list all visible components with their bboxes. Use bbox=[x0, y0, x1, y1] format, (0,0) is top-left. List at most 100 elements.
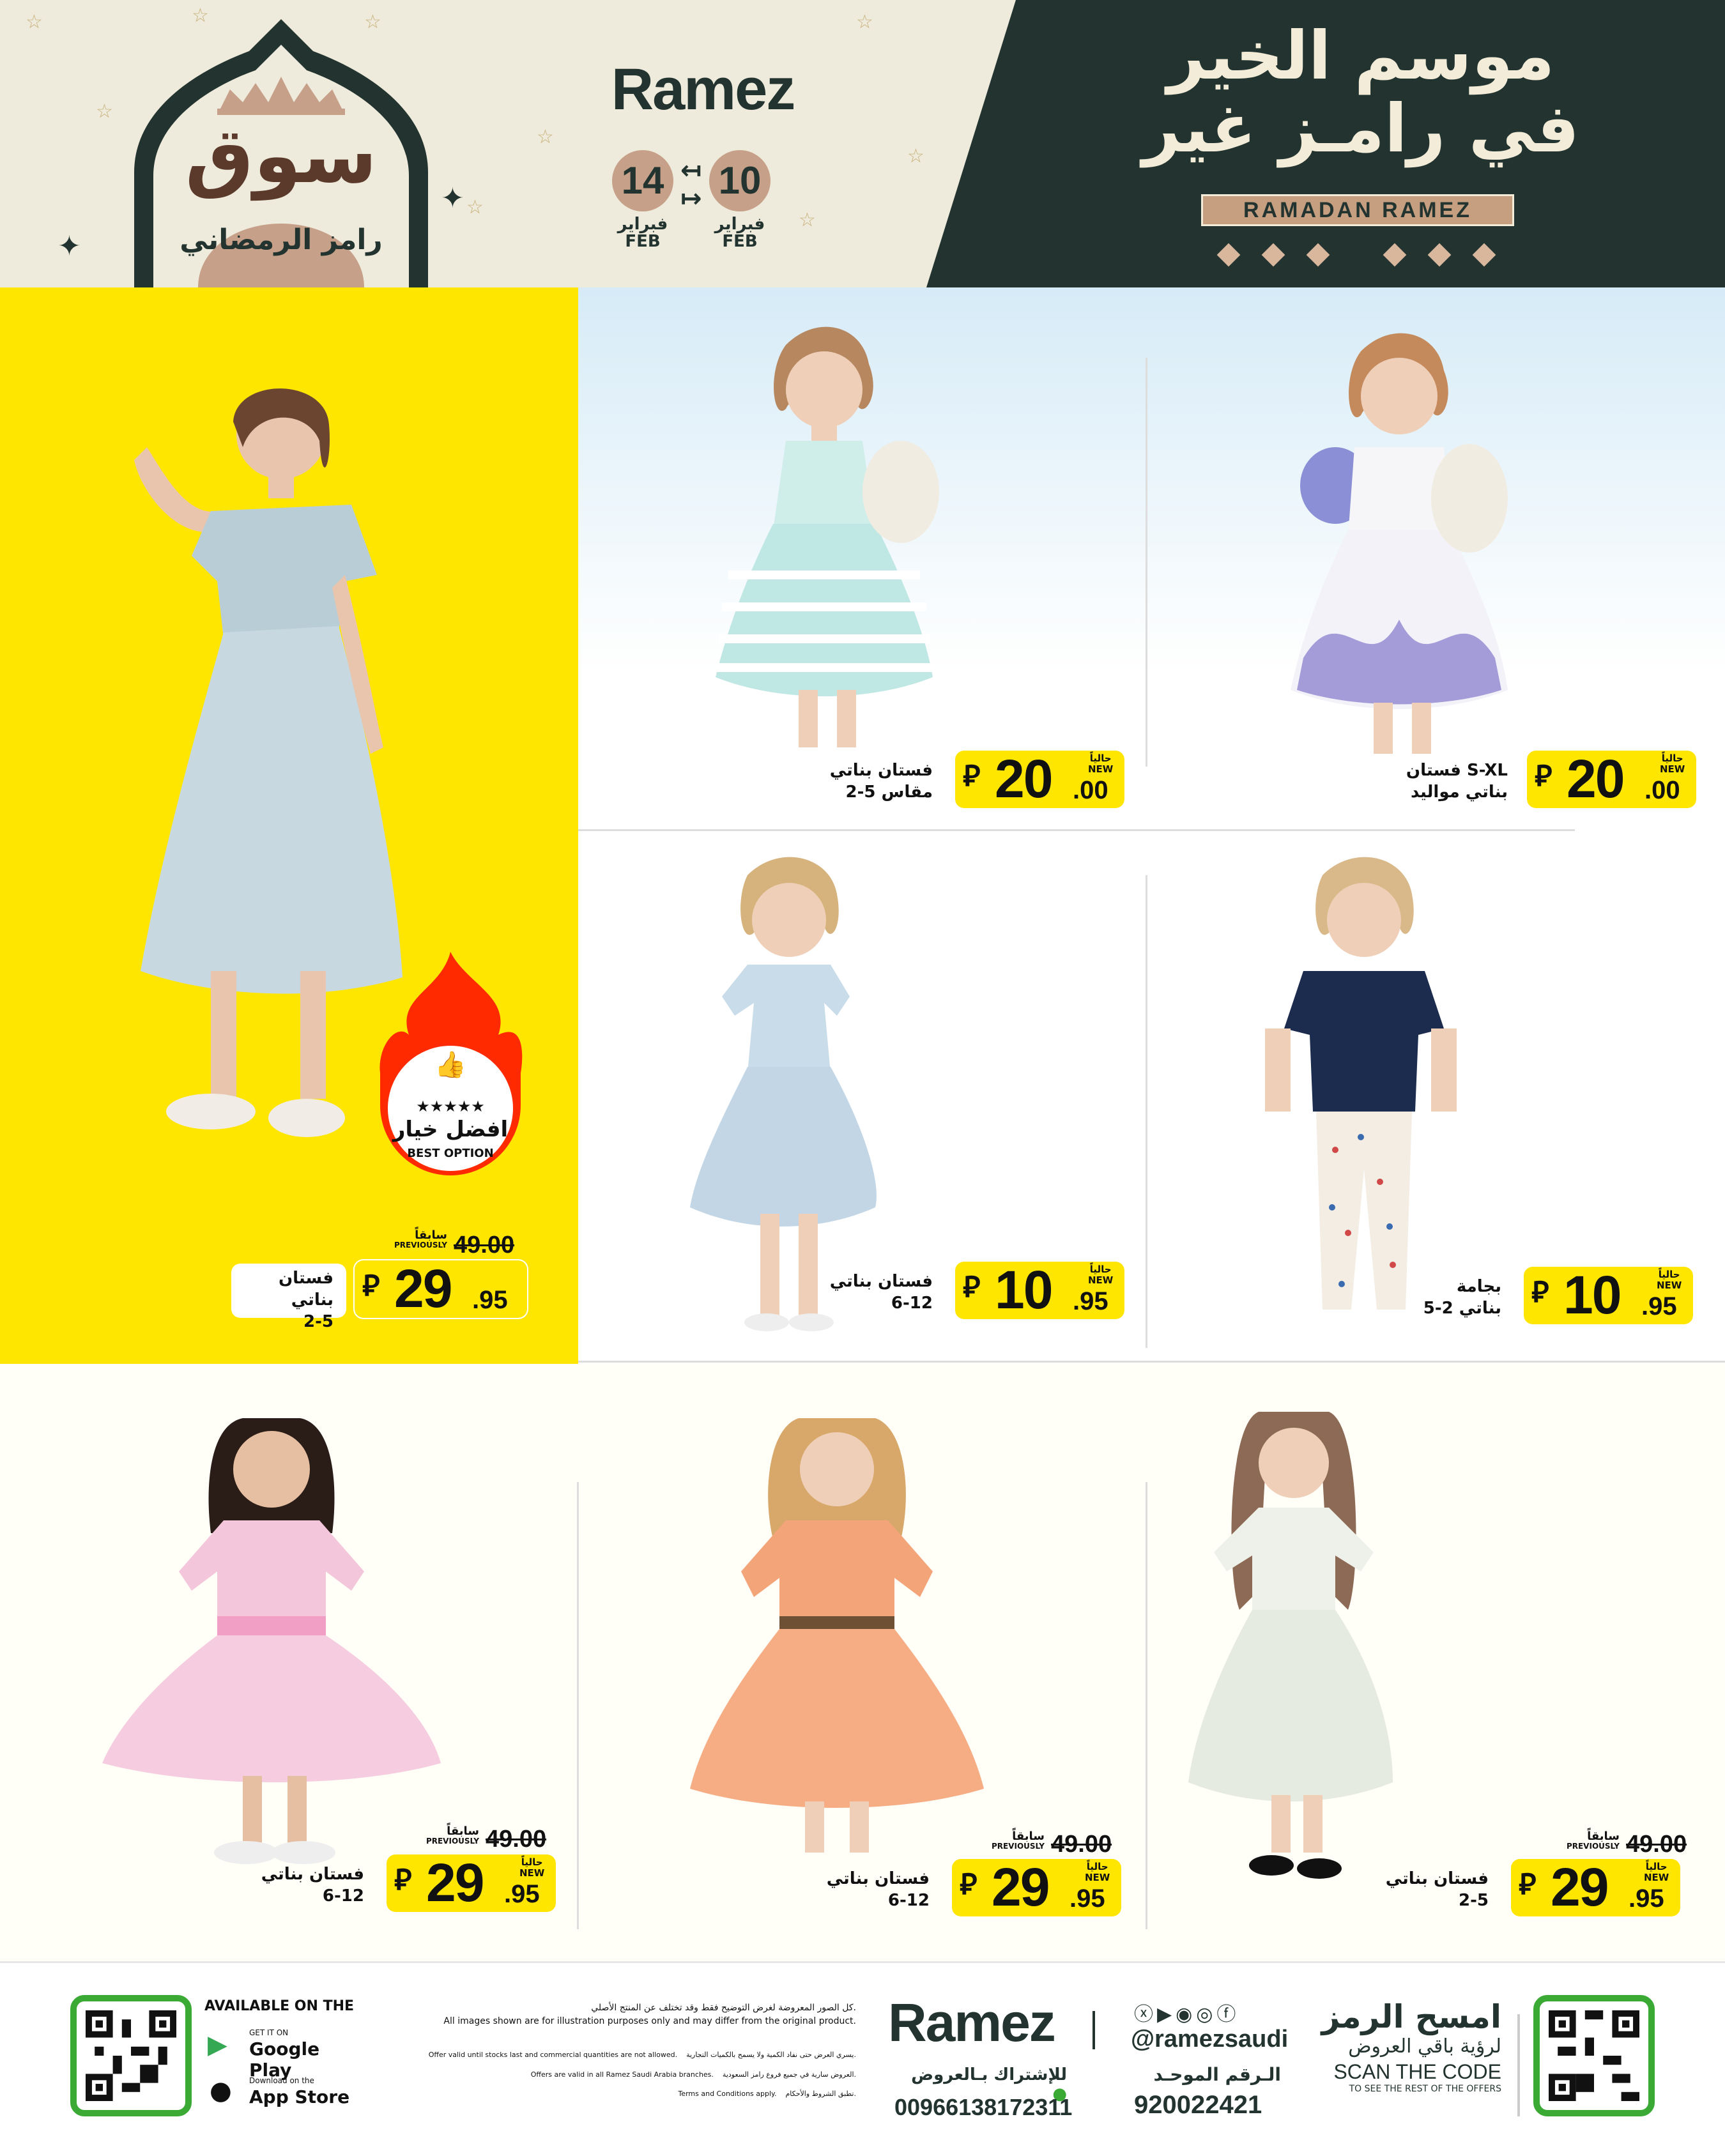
date-end-month-en: FEB bbox=[625, 232, 661, 252]
new-label-en: NEW bbox=[1085, 1871, 1110, 1883]
best-option-ar: افضل خيار bbox=[392, 1117, 509, 1142]
star-icon: ☆ bbox=[907, 145, 924, 167]
product-image-5 bbox=[102, 1418, 441, 1864]
new-label-ar: حالياً bbox=[1089, 1264, 1112, 1275]
price-tag-featured: ⃁ 29 .95 bbox=[355, 1260, 527, 1318]
product-name-line: فستان بناتي bbox=[829, 1272, 933, 1291]
unified-number[interactable]: 920022421 bbox=[1134, 2091, 1262, 2120]
new-label: حالياً NEW bbox=[1088, 1264, 1113, 1285]
new-label-en: NEW bbox=[1660, 763, 1685, 775]
price-decimal: .95 bbox=[1070, 1885, 1105, 1913]
previous-price: 49.00 bbox=[454, 1232, 515, 1258]
scan-cta: امسح الرمز لرؤية باقي العروض SCAN THE CO… bbox=[1316, 1998, 1502, 2094]
product-name: بجامة بناتي 2-5 bbox=[1374, 1276, 1501, 1320]
price-integer: 29 bbox=[992, 1857, 1050, 1917]
whatsapp-number[interactable]: 00966138172311 bbox=[894, 2094, 1072, 2121]
date-start-month: فبراير FEB bbox=[703, 215, 777, 251]
date-start-month-ar: فبراير bbox=[714, 215, 765, 234]
terms-note-en: Terms and Conditions apply. bbox=[678, 2090, 777, 2098]
new-label: حالياً NEW bbox=[1660, 753, 1685, 774]
price-integer: 10 bbox=[995, 1260, 1053, 1320]
souk-subtitle: رامز الرمضاني bbox=[180, 224, 383, 256]
campaign-title: موسم الخير في رامـز غير bbox=[1137, 19, 1584, 165]
qr-code-offers[interactable] bbox=[1533, 1995, 1655, 2116]
product-image-1 bbox=[716, 326, 939, 747]
riyal-icon: ⃁ bbox=[960, 1867, 977, 1901]
date-end-day: 14 bbox=[612, 150, 673, 211]
social-handle[interactable]: @ramezsaudi bbox=[1131, 2026, 1288, 2053]
price-decimal: .95 bbox=[1073, 1287, 1108, 1315]
new-label-en: NEW bbox=[1657, 1279, 1682, 1291]
price-integer: 20 bbox=[1567, 749, 1625, 809]
product-name-line: فستان بناتي bbox=[826, 1869, 930, 1888]
header-banner: ☆ ☆ ☆ ☆ ☆ ☆ ☆ ☆ ☆ ☆ ✦ ✦ سوق رامز الرمضان… bbox=[0, 0, 1725, 287]
price-integer: 29 bbox=[394, 1258, 452, 1319]
star-icon: ☆ bbox=[26, 11, 43, 33]
new-label: حالياً NEW bbox=[519, 1857, 544, 1878]
previous-label: سابقاً PREVIOUSLY bbox=[1556, 1830, 1620, 1851]
previous-label-en: PREVIOUSLY bbox=[394, 1241, 447, 1250]
product-name-line: فستان بناتي bbox=[1385, 1869, 1489, 1888]
product-size: بناتي مواليد bbox=[1411, 782, 1508, 802]
riyal-icon: ⃁ bbox=[394, 1862, 412, 1897]
previous-price: 49.00 bbox=[486, 1826, 547, 1853]
product-name: S-XL فستان بناتي مواليد bbox=[1367, 760, 1508, 804]
branches-note: Offers are valid in all Ramez Saudi Arab… bbox=[371, 2070, 856, 2081]
price-integer: 10 bbox=[1563, 1265, 1621, 1325]
star-icon: ☆ bbox=[466, 196, 484, 218]
product-size: 6-12 bbox=[887, 1890, 930, 1910]
arrows-icon: ↤ ↦ bbox=[680, 156, 702, 213]
new-label: حالياً NEW bbox=[1085, 1862, 1110, 1883]
product-name: فستان بناتي مقاس 5-2 bbox=[799, 760, 933, 804]
campaign-title-en: RAMADAN RAMEZ SOUK bbox=[1201, 194, 1514, 250]
product-image-6 bbox=[690, 1418, 984, 1853]
price-decimal: .00 bbox=[1644, 776, 1680, 804]
flyer-page: { "header": { "souk_title": "سوق", "souk… bbox=[0, 0, 1725, 2156]
product-image-4 bbox=[1265, 857, 1457, 1310]
qr-code-icon bbox=[86, 2010, 176, 2101]
new-label-en: NEW bbox=[519, 1867, 545, 1879]
price-tag-1: ⃁ 20 .00 حالياً NEW bbox=[955, 751, 1124, 808]
product-size: مقاس 5-2 bbox=[845, 782, 933, 802]
riyal-icon: ⃁ bbox=[1535, 758, 1552, 793]
social-icons[interactable]: ⓧ▶◉◎ⓕ bbox=[1134, 1998, 1239, 2026]
product-name: فستان بناتي 6-12 bbox=[805, 1869, 930, 1912]
price-integer: 29 bbox=[1551, 1857, 1609, 1917]
new-label-ar: حالياً bbox=[1661, 753, 1683, 764]
google-play-button[interactable]: ▶ GET IT ON Google Play bbox=[204, 2027, 351, 2081]
price-tag-3: ⃁ 10 .95 حالياً NEW bbox=[955, 1262, 1124, 1319]
previous-label-ar: سابقاً bbox=[415, 1228, 447, 1242]
disclaimer-ar: كل الصور المعروضة لغرض التوضيح فقط وقد ت… bbox=[591, 2003, 856, 2013]
date-end-month: فبراير FEB bbox=[606, 215, 680, 252]
product-name-line: فستان بناتي bbox=[829, 761, 933, 780]
star-icon: ☆ bbox=[96, 100, 113, 123]
previous-label: سابقاً PREVIOUSLY bbox=[383, 1228, 447, 1250]
riyal-icon: ⃁ bbox=[1519, 1867, 1537, 1901]
google-play-icon: ▶ bbox=[208, 2030, 227, 2060]
branches-note-ar: العروض سارية في جميع فروع رامز السعودية. bbox=[722, 2070, 856, 2079]
price-tag-7: ⃁ 29 .95 حالياً NEW bbox=[1511, 1859, 1680, 1916]
product-image-7 bbox=[1188, 1412, 1393, 1879]
price-tag-4: ⃁ 10 .95 حالياً NEW bbox=[1524, 1267, 1693, 1324]
price-decimal: .95 bbox=[504, 1880, 540, 1908]
price-tag-6: ⃁ 29 .95 حالياً NEW bbox=[952, 1859, 1121, 1916]
available-on-label: AVAILABLE ON THE bbox=[204, 1998, 355, 2014]
best-option-en: BEST OPTION bbox=[407, 1147, 494, 1160]
terms-note-ar: تطبق الشروط والأحكام. bbox=[785, 2090, 856, 2098]
previous-label-en: PREVIOUSLY bbox=[1566, 1842, 1620, 1851]
previous-label-ar: سابقاً bbox=[1587, 1830, 1620, 1843]
previous-label-en: PREVIOUSLY bbox=[425, 1837, 479, 1846]
campaign-title-line2: في رامـز غير bbox=[1142, 89, 1580, 168]
product-name-line: بجامة bbox=[1456, 1277, 1501, 1296]
app-store-small: Download on the bbox=[249, 2076, 314, 2085]
product-image-2 bbox=[1291, 333, 1508, 754]
app-store-button[interactable]: ● Download on the App Store bbox=[204, 2075, 351, 2110]
new-label: حالياً NEW bbox=[1657, 1269, 1682, 1290]
new-label-ar: حالياً bbox=[1089, 753, 1112, 764]
previous-label-ar: سابقاً bbox=[1012, 1830, 1045, 1843]
sparkle-icon: ✦ bbox=[441, 182, 464, 215]
qr-code-icon bbox=[1549, 2010, 1639, 2101]
footer-brand-logo: Ramez bbox=[888, 1992, 1056, 2053]
price-decimal: .95 bbox=[472, 1286, 508, 1314]
qr-code-app[interactable] bbox=[70, 1995, 192, 2116]
